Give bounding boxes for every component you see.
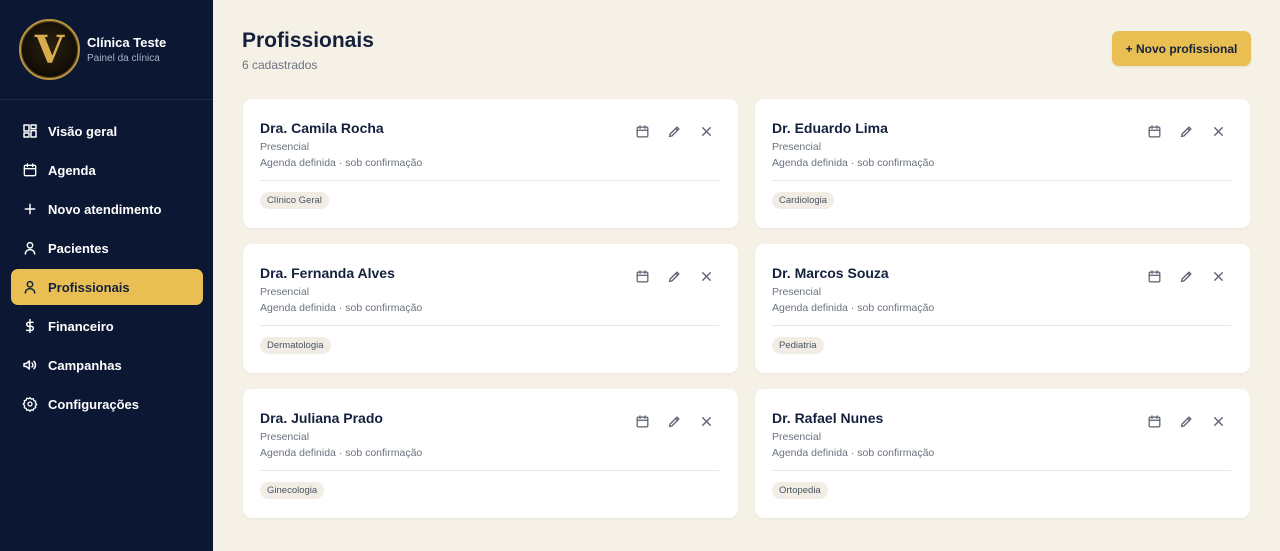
- calendar-icon[interactable]: [633, 412, 651, 430]
- attendance-mode: Presencial: [260, 431, 310, 443]
- calendar-icon[interactable]: [1145, 412, 1163, 430]
- sidebar-item-campanhas[interactable]: Campanhas: [11, 347, 203, 383]
- plus-icon: [22, 201, 48, 217]
- professional-card: Dra. Juliana Prado Presencial Agenda defin…: [243, 389, 738, 518]
- sidebar-item-visao-geral[interactable]: Visão geral: [11, 113, 203, 149]
- professionals-count: 6 cadastrados: [242, 58, 318, 72]
- specialty-tag: Pediatria: [772, 337, 824, 354]
- attendance-mode: Presencial: [772, 431, 822, 443]
- calendar-icon[interactable]: [1145, 267, 1163, 285]
- close-icon[interactable]: [697, 122, 715, 140]
- schedule-status: Agenda definida · sob confirmação: [772, 157, 935, 169]
- clinic-subtitle: Painel da clínica: [87, 53, 160, 64]
- professional-name: Dr. Marcos Souza: [772, 265, 889, 281]
- card-divider: [772, 180, 1231, 181]
- schedule-status: Agenda definida · sob confirmação: [260, 447, 423, 459]
- brand-text: Clínica Teste Painel da clínica: [87, 35, 166, 64]
- schedule-status: Agenda definida · sob confirmação: [260, 157, 423, 169]
- card-divider: [260, 325, 719, 326]
- user-icon: [22, 279, 48, 295]
- sidebar-item-financeiro[interactable]: Financeiro: [11, 308, 203, 344]
- sidebar-item-profissionais[interactable]: Profissionais: [11, 269, 203, 305]
- card-divider: [772, 325, 1231, 326]
- edit-icon[interactable]: [665, 267, 683, 285]
- close-icon[interactable]: [1209, 267, 1227, 285]
- calendar-icon[interactable]: [1145, 122, 1163, 140]
- clinic-name: Clínica Teste: [87, 35, 167, 50]
- professional-card: Dra. Fernanda Alves Presencial Agenda defi…: [243, 244, 738, 373]
- professional-name: Dr. Eduardo Lima: [772, 120, 888, 136]
- sidebar-item-label: Campanhas: [48, 357, 122, 373]
- page-title: Profissionais: [242, 29, 374, 52]
- edit-icon[interactable]: [665, 412, 683, 430]
- new-professional-button[interactable]: + Novo profissional: [1112, 31, 1251, 66]
- professional-name: Dra. Fernanda Alves: [260, 265, 395, 281]
- schedule-status: Agenda definida · sob confirmação: [772, 447, 935, 459]
- logo-letter: V: [34, 26, 65, 72]
- edit-icon[interactable]: [665, 122, 683, 140]
- close-icon[interactable]: [1209, 122, 1227, 140]
- professional-name: Dr. Rafael Nunes: [772, 410, 884, 426]
- schedule-status: Agenda definida · sob confirmação: [260, 302, 423, 314]
- card-actions: [1145, 122, 1227, 140]
- dashboard-icon: [22, 123, 48, 139]
- edit-icon[interactable]: [1177, 122, 1195, 140]
- clinic-logo: V: [19, 19, 80, 80]
- sidebar-item-label: Pacientes: [48, 240, 109, 256]
- card-actions: [633, 122, 715, 140]
- sidebar-item-label: Visão geral: [48, 123, 118, 139]
- sidebar-item-label: Profissionais: [48, 279, 130, 295]
- attendance-mode: Presencial: [772, 286, 822, 298]
- card-actions: [633, 267, 715, 285]
- professional-card: Dr. Rafael Nunes Presencial Agenda definid…: [755, 389, 1250, 518]
- specialty-tag: Clínico Geral: [260, 192, 329, 209]
- close-icon[interactable]: [1209, 412, 1227, 430]
- brand-header: V Clínica Teste Painel da clínica: [0, 0, 213, 100]
- attendance-mode: Presencial: [260, 286, 310, 298]
- specialty-tag: Dermatologia: [260, 337, 331, 354]
- dollar-icon: [22, 318, 48, 334]
- calendar-icon: [22, 162, 48, 178]
- sidebar-nav: Visão geral Agenda Novo atendimento Pacient…: [11, 113, 203, 425]
- close-icon[interactable]: [697, 412, 715, 430]
- calendar-icon[interactable]: [633, 122, 651, 140]
- attendance-mode: Presencial: [260, 141, 310, 153]
- sidebar-item-pacientes[interactable]: Pacientes: [11, 230, 203, 266]
- sidebar-item-label: Agenda: [48, 162, 96, 178]
- sidebar-item-label: Financeiro: [48, 318, 114, 334]
- specialty-tag: Ginecologia: [260, 482, 325, 499]
- professionals-grid: Dra. Camila Rocha Presencial Agenda defini…: [243, 99, 1250, 518]
- specialty-tag: Cardiologia: [772, 192, 835, 209]
- professional-card: Dr. Eduardo Lima Presencial Agenda definid…: [755, 99, 1250, 228]
- sidebar: V Clínica Teste Painel da clínica Visão …: [0, 0, 213, 551]
- professional-card: Dra. Camila Rocha Presencial Agenda defini…: [243, 99, 738, 228]
- main-content: Profissionais 6 cadastrados + Novo profi…: [213, 0, 1280, 551]
- calendar-icon[interactable]: [633, 267, 651, 285]
- edit-icon[interactable]: [1177, 267, 1195, 285]
- card-divider: [260, 180, 719, 181]
- card-divider: [772, 470, 1231, 471]
- sidebar-item-novo-atendimento[interactable]: Novo atendimento: [11, 191, 203, 227]
- professional-name: Dra. Juliana Prado: [260, 410, 383, 426]
- card-divider: [260, 470, 719, 471]
- professional-card: Dr. Marcos Souza Presencial Agenda definid…: [755, 244, 1250, 373]
- schedule-status: Agenda definida · sob confirmação: [772, 302, 935, 314]
- sidebar-item-label: Configurações: [48, 396, 140, 412]
- card-actions: [633, 412, 715, 430]
- close-icon[interactable]: [697, 267, 715, 285]
- sidebar-item-agenda[interactable]: Agenda: [11, 152, 203, 188]
- sidebar-item-configuracoes[interactable]: Configurações: [11, 386, 203, 422]
- edit-icon[interactable]: [1177, 412, 1195, 430]
- user-icon: [22, 240, 48, 256]
- attendance-mode: Presencial: [772, 141, 822, 153]
- megaphone-icon: [22, 357, 48, 373]
- card-actions: [1145, 412, 1227, 430]
- card-actions: [1145, 267, 1227, 285]
- professional-name: Dra. Camila Rocha: [260, 120, 384, 136]
- sidebar-item-label: Novo atendimento: [48, 201, 162, 217]
- specialty-tag: Ortopedia: [772, 482, 828, 499]
- gear-icon: [22, 396, 48, 412]
